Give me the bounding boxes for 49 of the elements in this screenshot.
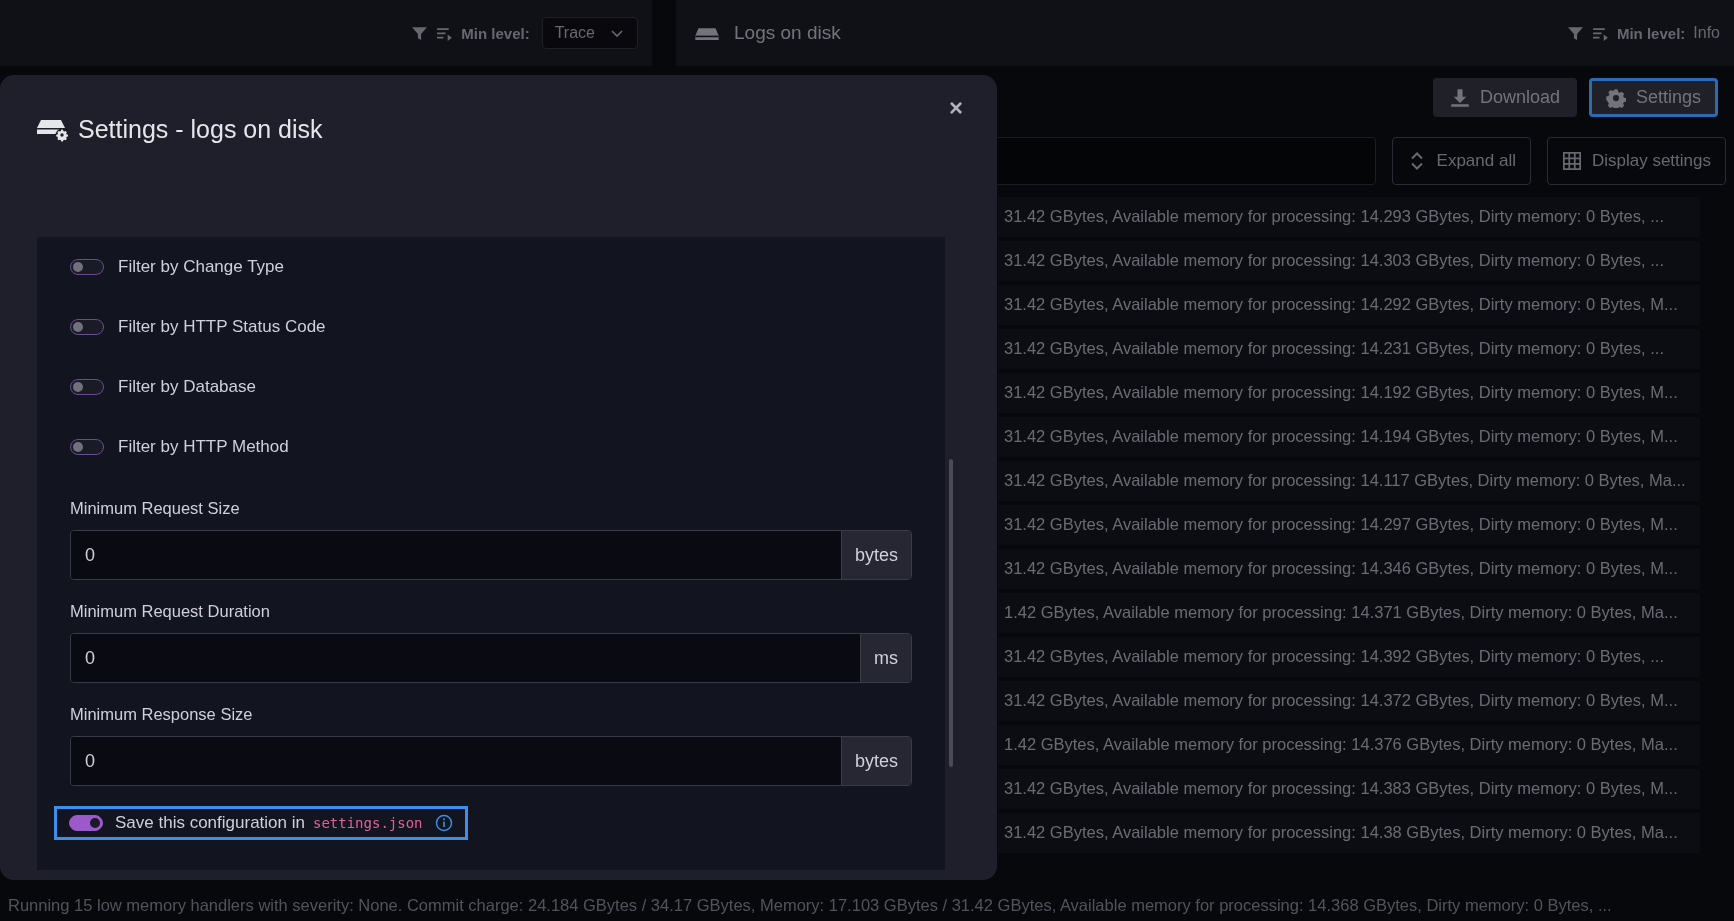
log-row[interactable]: 31.42 GBytes, Available memory for processing: 14.194 GBytes, Dirty memory: 0 Bytes, M...: [998, 417, 1700, 457]
field-label: Minimum Request Duration: [70, 602, 271, 621]
settings-button[interactable]: Settings: [1588, 78, 1718, 117]
panel-title: Logs on disk: [734, 22, 841, 44]
filter-icon[interactable]: [411, 24, 429, 42]
field-label: Minimum Response Size: [70, 705, 254, 724]
toggle-switch[interactable]: [70, 259, 104, 275]
log-row[interactable]: 31.42 GBytes, Available memory for processing: 14.372 GBytes, Dirty memory: 0 Bytes, M...: [998, 681, 1700, 721]
dialog-title: Settings - logs on disk: [78, 114, 323, 144]
toggle-switch[interactable]: [70, 319, 104, 335]
log-row[interactable]: 1.42 GBytes, Available memory for processing: 14.371 GBytes, Dirty memory: 0 Bytes, Ma...: [998, 593, 1700, 633]
min-level-value[interactable]: Info: [1693, 24, 1720, 42]
log-row[interactable]: 31.42 GBytes, Available memory for processing: 14.297 GBytes, Dirty memory: 0 Bytes, M...: [998, 505, 1700, 545]
field-label: Minimum Request Size: [70, 499, 241, 518]
filter-icon[interactable]: [1566, 24, 1584, 42]
toggle-label: Save this configuration in: [115, 813, 305, 833]
min-level-label: Min level:: [461, 24, 530, 42]
toggle-label: Filter by HTTP Status Code: [118, 317, 326, 337]
toggle-switch[interactable]: [69, 815, 103, 831]
expand-all-button[interactable]: Expand all: [1391, 137, 1531, 185]
toggle-label: Filter by HTTP Method: [118, 437, 289, 457]
gear-icon: [1605, 87, 1626, 108]
log-row[interactable]: 31.42 GBytes, Available memory for processing: 14.346 GBytes, Dirty memory: 0 Bytes, M...: [998, 549, 1700, 589]
log-row[interactable]: 31.42 GBytes, Available memory for processing: 14.192 GBytes, Dirty memory: 0 Bytes, M...: [998, 373, 1700, 413]
toggle-label: Filter by Database: [118, 377, 256, 397]
display-settings-button[interactable]: Display settings: [1546, 137, 1726, 185]
download-button[interactable]: Download: [1432, 78, 1577, 117]
log-row[interactable]: 31.42 GBytes, Available memory for processing: 14.383 GBytes, Dirty memory: 0 Bytes, M...: [998, 769, 1700, 809]
log-row[interactable]: 31.42 GBytes, Available memory for processing: 14.38 GBytes, Dirty memory: 0 Bytes, Ma...: [998, 813, 1700, 853]
scrollbar[interactable]: [949, 459, 953, 767]
log-row[interactable]: 31.42 GBytes, Available memory for processing: 14.293 GBytes, Dirty memory: 0 Bytes, ...: [998, 197, 1700, 237]
log-row[interactable]: 31.42 GBytes, Available memory for processing: 14.392 GBytes, Dirty memory: 0 Bytes, ...: [998, 637, 1700, 677]
close-button[interactable]: ×: [943, 93, 969, 123]
file-name: settings.json: [312, 815, 423, 831]
toggle-switch[interactable]: [70, 439, 104, 455]
log-row[interactable]: 31.42 GBytes, Available memory for processing: 14.231 GBytes, Dirty memory: 0 Bytes, ...: [998, 329, 1700, 369]
save-config-option[interactable]: Save this configuration in settings.json: [54, 806, 468, 840]
log-line: Running 15 low memory handlers with severity: None. Commit charge: 24.184 GBytes / 34.17 GBytes, Memory: 17.103 GBytes / 31.42 GBytes, Available memory for processing: 14.368 GBytes, Dirty memory: 0 Bytes, ...: [7, 894, 1613, 916]
info-icon[interactable]: [434, 814, 453, 832]
toggle-label: Filter by Change Type: [118, 257, 284, 277]
min-level-label: Min level:: [1616, 24, 1686, 42]
log-row[interactable]: 31.42 GBytes, Available memory for processing: 14.117 GBytes, Dirty memory: 0 Bytes, Ma...: [998, 461, 1700, 501]
log-row[interactable]: 1.42 GBytes, Available memory for processing: 14.376 GBytes, Dirty memory: 0 Bytes, Ma...: [998, 725, 1700, 765]
log-row[interactable]: 31.42 GBytes, Available memory for processing: 14.292 GBytes, Dirty memory: 0 Bytes, M...: [998, 285, 1700, 325]
grid-icon: [1561, 151, 1582, 171]
download-icon: [1449, 87, 1470, 108]
toggle-switch[interactable]: [70, 379, 104, 395]
log-row[interactable]: 31.42 GBytes, Available memory for processing: 14.303 GBytes, Dirty memory: 0 Bytes, ...: [998, 241, 1700, 281]
min-level-select[interactable]: Trace: [541, 17, 638, 49]
